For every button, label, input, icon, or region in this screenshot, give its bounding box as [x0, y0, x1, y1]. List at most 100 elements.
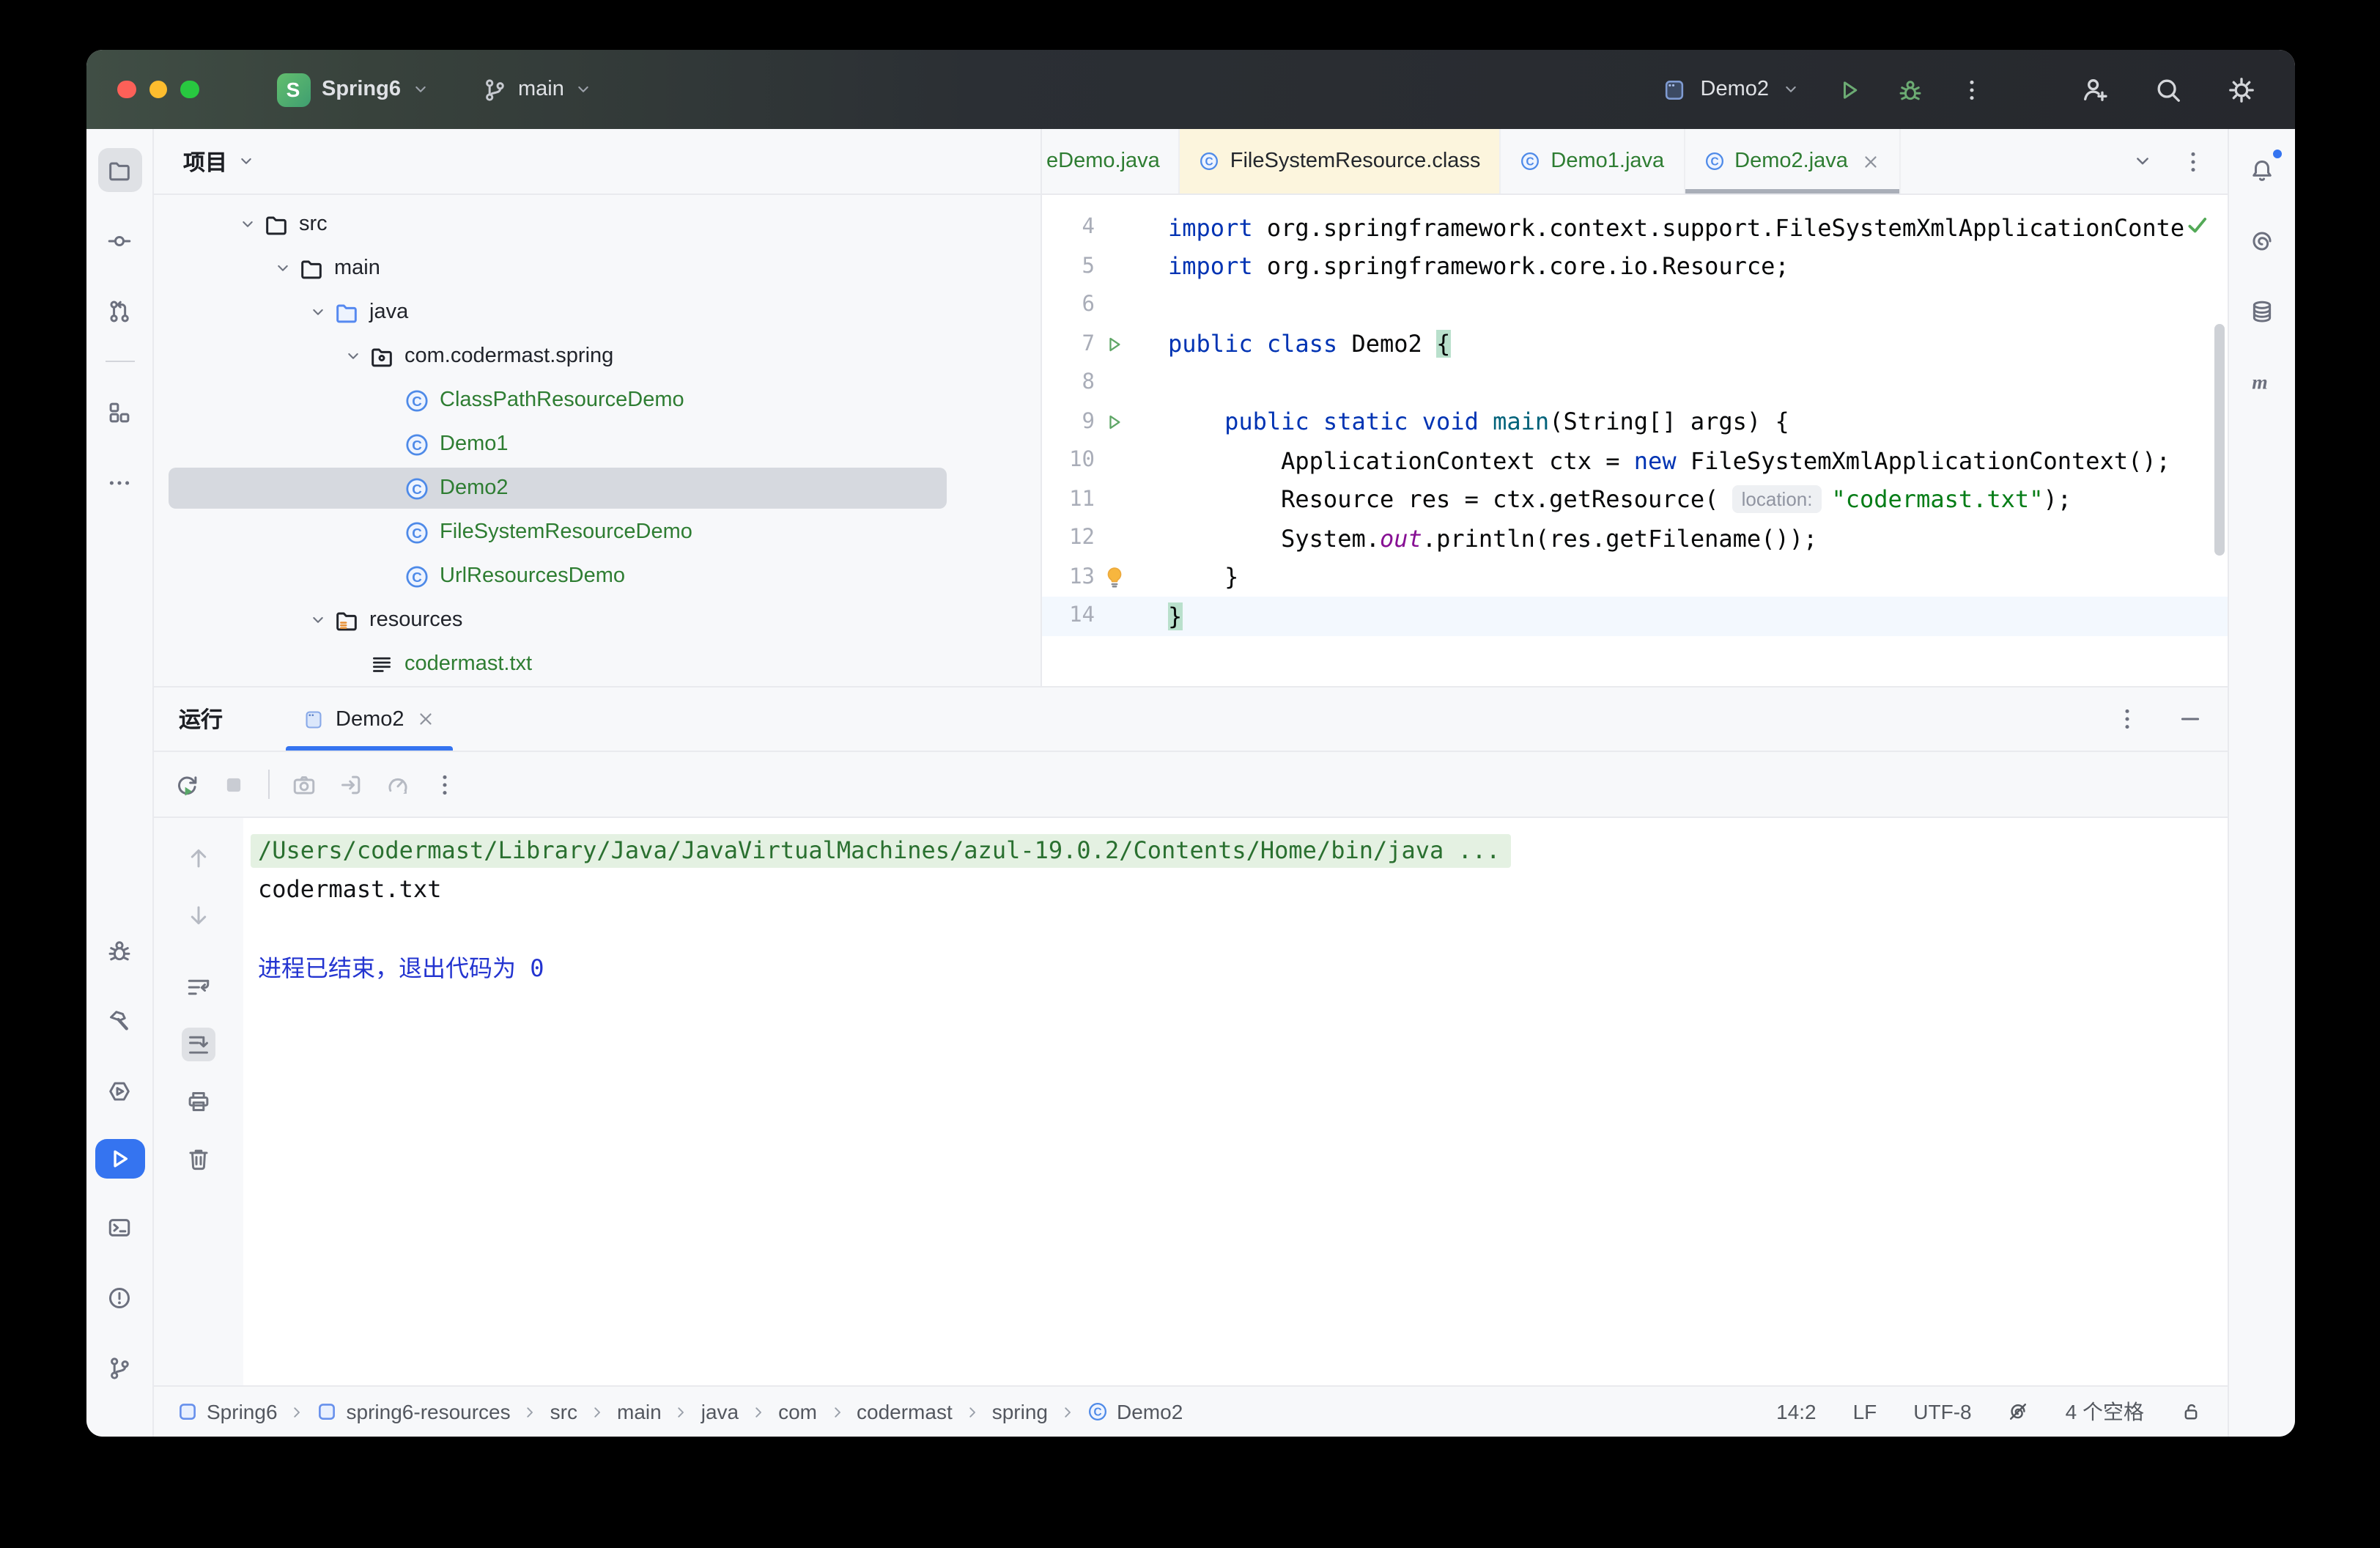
run-line-icon[interactable] [1095, 334, 1133, 355]
breadcrumb-item-com[interactable]: com [778, 1400, 817, 1423]
tool-stripe-button-problems[interactable] [97, 1275, 141, 1319]
stop-button[interactable] [221, 772, 246, 797]
tree-chevron-icon[interactable] [303, 611, 331, 629]
tool-stripe-button-more-tools[interactable] [97, 460, 141, 504]
hide-panel-icon[interactable] [2178, 707, 2203, 731]
editor-tab-demo2-java[interactable]: CDemo2.java [1685, 129, 1901, 194]
tree-item-com-codermast-spring[interactable]: com.codermast.spring [154, 334, 1041, 378]
breadcrumb-item-demo2[interactable]: CDemo2 [1087, 1400, 1183, 1423]
tree-item-codermast-txt[interactable]: codermast.txt [154, 642, 1041, 686]
tree-item-resources[interactable]: resources [154, 598, 1041, 642]
close-icon[interactable] [416, 710, 435, 729]
breadcrumb-label: spring6-resources [347, 1400, 511, 1423]
code-editor[interactable]: 4import org.springframework.context.supp… [1042, 195, 2228, 686]
tree-item-filesystemresourcedemo[interactable]: CFileSystemResourceDemo [154, 510, 1041, 554]
status-caret-position[interactable]: 14:2 [1776, 1400, 1817, 1423]
tool-stripe-button-notifications[interactable] [2240, 148, 2284, 192]
zoom-window-button[interactable] [180, 81, 199, 99]
editor-tab-filesystemresource-class[interactable]: CFileSystemResource.class [1180, 129, 1501, 194]
breadcrumb-item-spring6-resources[interactable]: spring6-resources [317, 1400, 511, 1423]
tool-stripe-button-terminal[interactable] [97, 1205, 141, 1249]
clear-all-button[interactable] [182, 1142, 215, 1176]
status-indent[interactable]: 4 个空格 [2066, 1397, 2144, 1426]
tree-chevron-icon[interactable] [339, 347, 366, 365]
tool-stripe-button-version-control[interactable] [97, 1346, 141, 1390]
status-line-separator[interactable]: LF [1853, 1400, 1877, 1423]
breadcrumb-item-codermast[interactable]: codermast [857, 1400, 953, 1423]
tab-options-icon[interactable] [2181, 149, 2206, 174]
more-tools-icon [107, 470, 132, 495]
prev-occurrence-button[interactable] [182, 841, 215, 875]
project-widget[interactable]: S Spring6 [276, 73, 430, 106]
intention-bulb-icon[interactable] [1095, 565, 1133, 590]
tool-stripe-button-debug[interactable] [97, 928, 141, 972]
status-ai-assistant-off[interactable] [2008, 1401, 2029, 1422]
tree-item-label: resources [369, 608, 462, 632]
tool-stripe-button-build[interactable] [97, 998, 141, 1042]
editor-tab-edemo-java[interactable]: eDemo.java [1042, 129, 1180, 194]
run-button[interactable] [1836, 77, 1861, 102]
settings-button[interactable] [2228, 75, 2255, 103]
run-panel-options-icon[interactable] [2115, 707, 2140, 731]
close-icon[interactable] [1861, 152, 1880, 171]
editor-tab-demo1-java[interactable]: CDemo1.java [1501, 129, 1685, 194]
tree-item-label: codermast.txt [404, 652, 532, 676]
breadcrumb-item-spring6[interactable]: Spring6 [177, 1400, 278, 1423]
branch-widget[interactable]: main [483, 77, 592, 102]
project-folder-icon [107, 158, 132, 183]
tool-stripe-button-run[interactable] [95, 1139, 144, 1179]
tree-item-urlresourcesdemo[interactable]: CUrlResourcesDemo [154, 554, 1041, 598]
soft-wrap-button[interactable] [182, 970, 215, 1004]
tool-stripe-button-database[interactable] [2240, 289, 2284, 333]
tree-item-main[interactable]: main [154, 246, 1041, 290]
folder-icon [298, 255, 324, 281]
tree-chevron-icon[interactable] [268, 259, 296, 277]
minimize-window-button[interactable] [149, 81, 167, 99]
editor-scrollbar[interactable] [2214, 324, 2225, 556]
project-panel-header[interactable]: 项目 [154, 129, 1041, 195]
next-occurrence-button[interactable] [182, 899, 215, 932]
tree-item-java[interactable]: java [154, 290, 1041, 334]
scroll-to-end-button[interactable] [182, 1028, 215, 1061]
status-read-write-lock[interactable] [2181, 1401, 2201, 1422]
thread-dump-button[interactable] [292, 772, 317, 797]
tree-item-demo1[interactable]: CDemo1 [154, 422, 1041, 466]
run-config-name[interactable]: Demo2 [1701, 78, 1770, 101]
close-window-button[interactable] [117, 81, 136, 99]
more-actions-icon[interactable] [1959, 77, 1984, 102]
status-encoding[interactable]: UTF-8 [1913, 1400, 1971, 1423]
tree-chevron-icon[interactable] [233, 215, 261, 233]
debug-button[interactable] [1898, 77, 1923, 102]
tool-stripe-button-spring[interactable] [2240, 218, 2284, 262]
class-icon: C [403, 563, 429, 589]
tool-stripe-button-services[interactable] [97, 1069, 141, 1113]
attach-debugger-button[interactable] [339, 772, 363, 797]
tree-chevron-icon[interactable] [303, 303, 331, 321]
breadcrumb-item-src[interactable]: src [550, 1400, 577, 1423]
breadcrumb-item-main[interactable]: main [617, 1400, 662, 1423]
breadcrumb-item-java[interactable]: java [701, 1400, 739, 1423]
add-user-button[interactable] [2081, 75, 2109, 103]
tool-stripe-button-maven[interactable]: m [2240, 359, 2284, 403]
search-everywhere-button[interactable] [2154, 75, 2182, 103]
pull-requests-icon [107, 298, 132, 323]
export-icon [339, 772, 363, 797]
stop-icon [221, 772, 246, 797]
tool-stripe-button-structure[interactable] [97, 390, 141, 434]
tree-item-demo2[interactable]: CDemo2 [154, 466, 1041, 510]
rerun-button[interactable] [174, 772, 199, 797]
inspections-ok-icon[interactable] [2185, 213, 2210, 237]
run-line-icon[interactable] [1095, 412, 1133, 432]
tree-item-classpathresourcedemo[interactable]: CClassPathResourceDemo [154, 378, 1041, 422]
tab-list-dropdown-icon[interactable] [2132, 151, 2153, 172]
more-options-button[interactable] [432, 772, 457, 797]
run-tab-demo2[interactable]: Demo2 [286, 688, 453, 751]
breadcrumb-item-spring[interactable]: spring [992, 1400, 1048, 1423]
tool-stripe-button-commit[interactable] [97, 218, 141, 262]
console-output[interactable]: /Users/codermast/Library/Java/JavaVirtua… [243, 818, 2228, 1385]
print-button[interactable] [182, 1085, 215, 1118]
tree-item-src[interactable]: src [154, 202, 1041, 246]
profiler-button[interactable] [385, 772, 410, 797]
tool-stripe-button-project-folder[interactable] [97, 148, 141, 192]
tool-stripe-button-pull-requests[interactable] [97, 289, 141, 333]
